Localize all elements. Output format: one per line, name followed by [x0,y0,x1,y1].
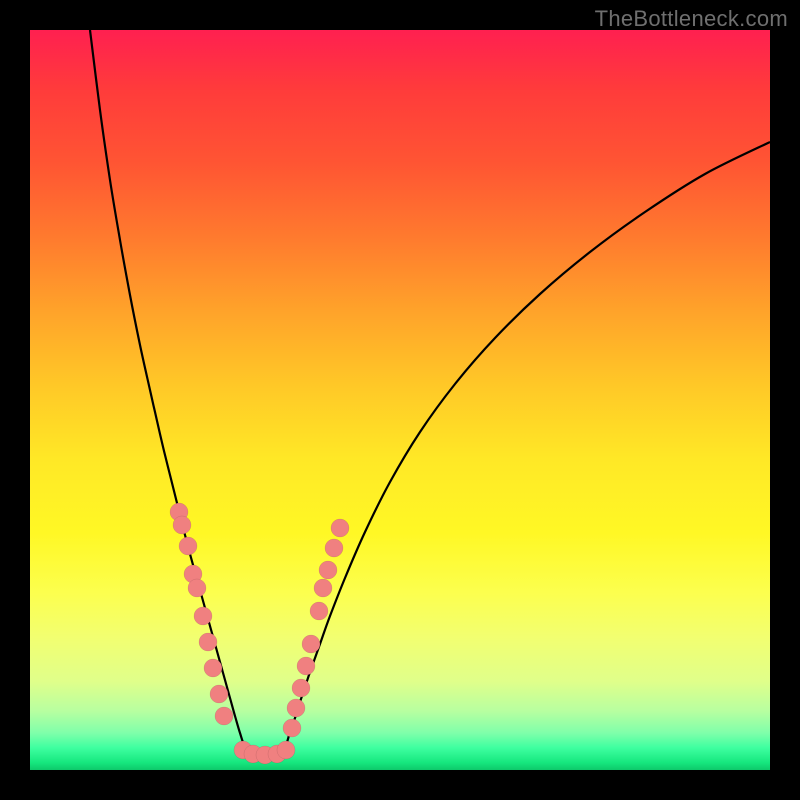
data-point [277,741,295,759]
data-point [204,659,222,677]
bottleneck-curve [90,30,770,755]
data-point [215,707,233,725]
data-point [314,579,332,597]
data-point [210,685,228,703]
data-point [199,633,217,651]
data-point [173,516,191,534]
data-point [310,602,328,620]
data-point [302,635,320,653]
data-point [179,537,197,555]
data-point [194,607,212,625]
data-point [325,539,343,557]
data-point [188,579,206,597]
chart-frame: TheBottleneck.com [0,0,800,800]
plot-area [30,30,770,770]
data-point [292,679,310,697]
data-point [331,519,349,537]
data-point [319,561,337,579]
data-point [287,699,305,717]
watermark-text: TheBottleneck.com [595,6,788,32]
data-point [283,719,301,737]
plot-svg [30,30,770,770]
data-point [297,657,315,675]
